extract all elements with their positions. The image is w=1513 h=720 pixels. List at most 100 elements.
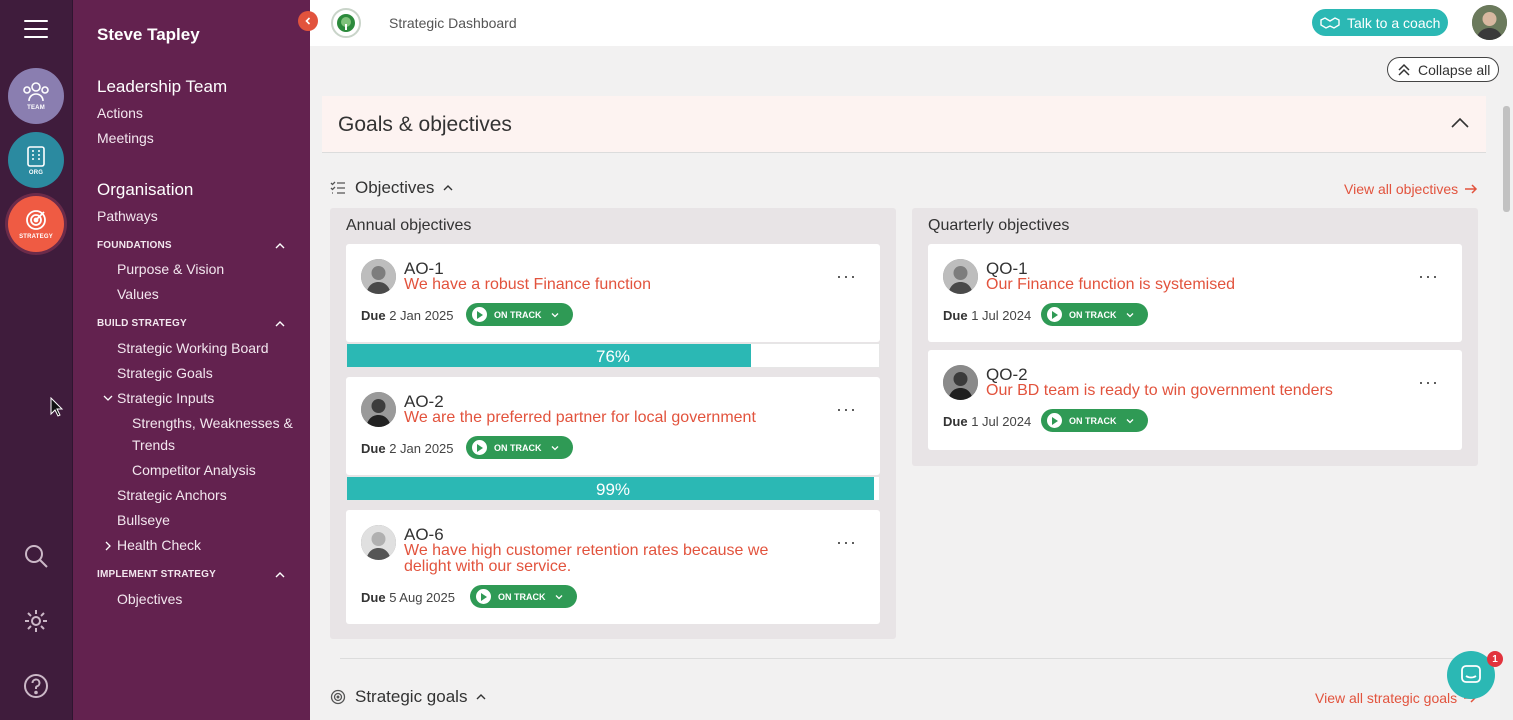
sidebar-item-purpose-vision[interactable]: Purpose & Vision: [117, 261, 224, 277]
chevron-up-icon[interactable]: [1450, 113, 1470, 133]
hamburger-menu-icon[interactable]: [24, 20, 48, 40]
strategy-app-label: STRATEGY: [19, 234, 53, 240]
sidebar-item-objectives[interactable]: Objectives: [117, 591, 182, 607]
chevron-down-icon: [551, 445, 558, 450]
objective-description[interactable]: We have a robust Finance function: [404, 277, 804, 293]
team-icon: [23, 82, 49, 102]
objective-description[interactable]: Our Finance function is systemised: [986, 277, 1386, 293]
objective-description[interactable]: We have high customer retention rates be…: [404, 543, 794, 575]
chevron-up-icon[interactable]: [273, 239, 287, 253]
more-options-icon[interactable]: ···: [836, 399, 857, 420]
due-date: Due 1 Jul 2024: [943, 414, 1031, 429]
play-icon: [472, 440, 487, 455]
help-icon[interactable]: [22, 672, 50, 700]
status-label: ON TRACK: [494, 442, 542, 453]
talk-to-coach-button[interactable]: Talk to a coach: [1312, 9, 1448, 36]
status-label: ON TRACK: [1069, 415, 1117, 426]
chevron-down-icon[interactable]: [102, 392, 114, 404]
view-all-objectives-link[interactable]: View all objectives: [1344, 181, 1478, 197]
objective-card-qo-2[interactable]: QO-2 Our BD team is ready to win governm…: [928, 350, 1462, 450]
sidebar-item-health-check[interactable]: Health Check: [117, 537, 201, 553]
user-avatar[interactable]: [1472, 5, 1507, 40]
chevron-right-icon[interactable]: [102, 540, 114, 552]
sidebar-item-competitor-analysis[interactable]: Competitor Analysis: [132, 462, 256, 478]
owner-photo-icon: [943, 259, 978, 294]
scrollbar-thumb[interactable]: [1503, 106, 1510, 212]
collapse-all-button[interactable]: Collapse all: [1387, 57, 1499, 82]
progress-percent: 99%: [595, 480, 631, 499]
objective-card-ao-6[interactable]: AO-6 We have high customer retention rat…: [346, 510, 880, 624]
objective-description[interactable]: Our BD team is ready to win government t…: [986, 383, 1386, 399]
status-label: ON TRACK: [494, 309, 542, 320]
sidebar-item-strategic-anchors[interactable]: Strategic Anchors: [117, 487, 227, 503]
status-badge[interactable]: ON TRACK: [1041, 409, 1148, 432]
status-badge[interactable]: ON TRACK: [470, 585, 577, 608]
chevron-up-icon[interactable]: [475, 691, 487, 703]
sidebar-item-strategic-inputs[interactable]: Strategic Inputs: [117, 390, 214, 406]
more-options-icon[interactable]: ···: [1418, 372, 1439, 393]
chat-notification-badge: 1: [1487, 651, 1503, 667]
due-date-value: 2 Jan 2025: [389, 441, 454, 456]
due-date-value: 1 Jul 2024: [971, 414, 1032, 429]
status-badge[interactable]: ON TRACK: [466, 303, 573, 326]
sidebar-item-swot[interactable]: Strengths, Weaknesses &: [132, 415, 293, 431]
more-options-icon[interactable]: ···: [836, 266, 857, 287]
due-label: Due: [361, 308, 386, 323]
talk-to-coach-label: Talk to a coach: [1347, 14, 1441, 31]
sidebar-item-meetings[interactable]: Meetings: [97, 130, 154, 146]
sidebar-item-trends[interactable]: Trends: [132, 437, 175, 453]
team-heading[interactable]: Leadership Team: [97, 77, 227, 97]
more-options-icon[interactable]: ···: [1418, 266, 1439, 287]
page-title: Strategic Dashboard: [389, 15, 517, 31]
sidebar-item-strategic-working-board[interactable]: Strategic Working Board: [117, 340, 268, 356]
chevron-up-icon[interactable]: [442, 182, 454, 194]
organisation-heading[interactable]: Organisation: [97, 180, 193, 200]
due-label: Due: [361, 441, 386, 456]
status-badge[interactable]: ON TRACK: [466, 436, 573, 459]
due-date: Due 1 Jul 2024: [943, 308, 1031, 323]
play-icon: [1047, 307, 1062, 322]
target-icon: [330, 689, 346, 705]
owner-photo-icon: [361, 525, 396, 560]
view-all-objectives-label: View all objectives: [1344, 181, 1459, 197]
objectives-section-header[interactable]: Objectives: [330, 178, 463, 198]
chevron-up-icon[interactable]: [273, 568, 287, 582]
strategic-goals-section-header[interactable]: Strategic goals: [330, 687, 496, 707]
implement-strategy-caption: IMPLEMENT STRATEGY: [97, 569, 216, 580]
objective-description[interactable]: We are the preferred partner for local g…: [404, 410, 804, 426]
objective-card-ao-1[interactable]: AO-1 We have a robust Finance function ·…: [346, 244, 880, 342]
sidebar-item-strategic-goals[interactable]: Strategic Goals: [117, 365, 213, 381]
chevron-down-icon: [555, 594, 562, 599]
sidebar-item-values[interactable]: Values: [117, 286, 159, 302]
sidebar-item-pathways[interactable]: Pathways: [97, 208, 158, 224]
target-icon: [26, 210, 46, 230]
strategy-app-button[interactable]: STRATEGY: [8, 196, 64, 252]
checklist-icon: [330, 181, 345, 194]
view-all-strategic-goals-link[interactable]: View all strategic goals: [1315, 690, 1477, 706]
team-app-label: TEAM: [27, 105, 45, 111]
double-chevron-up-icon: [1398, 63, 1410, 76]
progress-bar: 76%: [346, 343, 880, 368]
status-badge[interactable]: ON TRACK: [1041, 303, 1148, 326]
team-app-button[interactable]: TEAM: [8, 68, 64, 124]
org-app-label: ORG: [28, 170, 44, 176]
more-options-icon[interactable]: ···: [836, 532, 857, 553]
quarterly-objectives-title: Quarterly objectives: [928, 217, 1070, 234]
goals-objectives-panel-header[interactable]: Goals & objectives: [322, 96, 1486, 153]
sidebar-item-bullseye[interactable]: Bullseye: [117, 512, 170, 528]
objective-card-ao-2[interactable]: AO-2 We are the preferred partner for lo…: [346, 377, 880, 475]
mouse-cursor-icon: [50, 397, 64, 417]
collapse-sidebar-button[interactable]: [298, 11, 318, 31]
chevron-up-icon[interactable]: [273, 317, 287, 331]
sidebar-item-actions[interactable]: Actions: [97, 105, 143, 121]
gear-icon[interactable]: [22, 607, 50, 635]
org-app-button[interactable]: ORG: [8, 132, 64, 188]
due-date: Due 2 Jan 2025: [361, 441, 454, 456]
vertical-scrollbar[interactable]: [1500, 46, 1513, 720]
search-icon[interactable]: [22, 542, 50, 570]
objective-card-qo-1[interactable]: QO-1 Our Finance function is systemised …: [928, 244, 1462, 342]
building-icon: [27, 146, 45, 167]
sidebar: Steve Tapley Leadership Team Actions Mee…: [72, 0, 310, 720]
company-logo[interactable]: [331, 8, 361, 38]
user-name: Steve Tapley: [97, 25, 200, 44]
